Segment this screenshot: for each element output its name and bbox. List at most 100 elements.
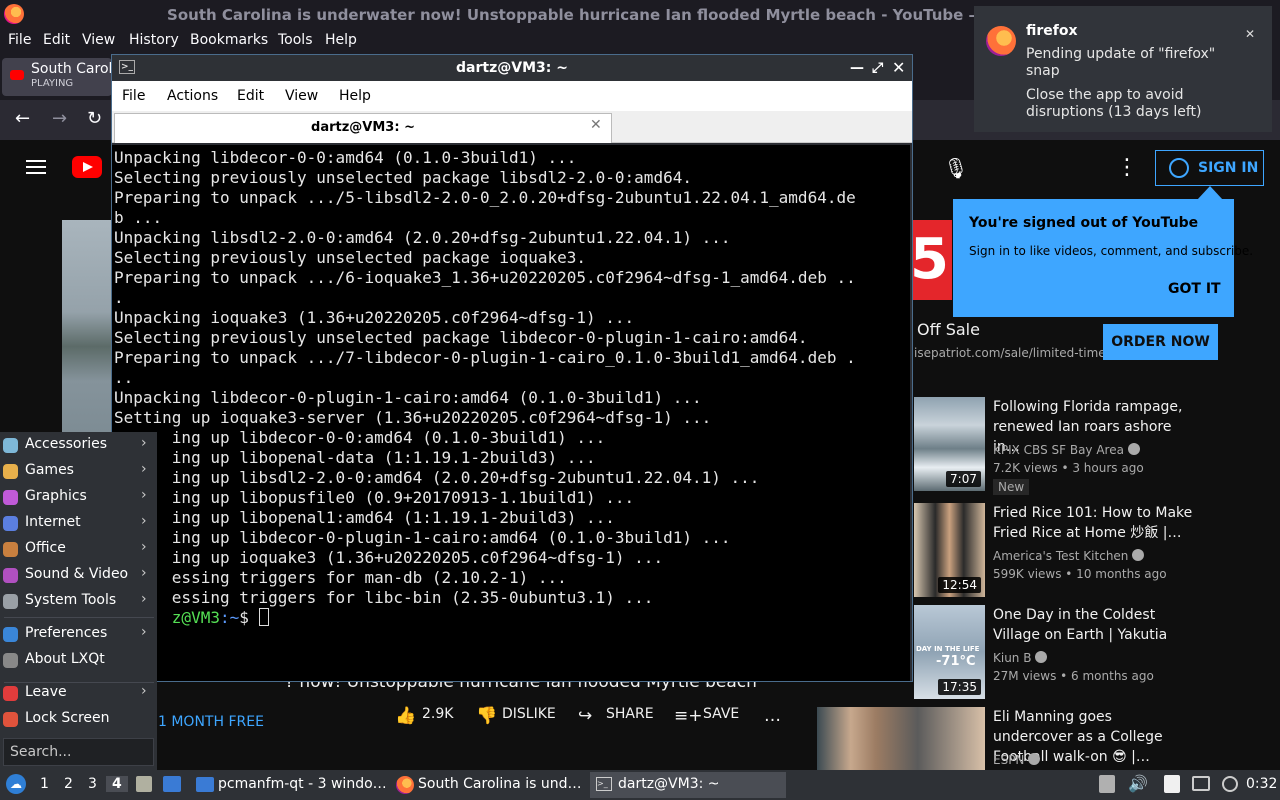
taskbar-window-pcmanfm[interactable]: pcmanfm-qt - 3 windo…: [192, 772, 388, 798]
terminal-app-icon: >_: [119, 60, 135, 74]
games-icon: [3, 464, 18, 479]
more-options-icon[interactable]: ⋮: [1116, 152, 1138, 184]
maximize-icon[interactable]: ⤢: [872, 55, 883, 81]
order-now-button[interactable]: ORDER NOW: [1103, 324, 1218, 360]
menu-item-preferences[interactable]: Preferences ›: [0, 621, 157, 647]
recommendation-channel[interactable]: Kiun B: [993, 651, 1048, 665]
menu-item-office[interactable]: Office ›: [0, 536, 157, 562]
thumbs-down-icon[interactable]: 👎: [476, 706, 497, 726]
terminal-menu-view[interactable]: View: [285, 88, 318, 104]
recommendation-channel[interactable]: KPIX CBS SF Bay Area: [993, 443, 1140, 457]
notes-icon[interactable]: [1164, 775, 1180, 793]
taskbar-window-firefox[interactable]: South Carolina is und…: [392, 772, 588, 798]
menu-item-graphics[interactable]: Graphics ›: [0, 484, 157, 510]
chevron-right-icon: ›: [141, 461, 147, 477]
microphone-icon[interactable]: 🎙: [940, 150, 972, 186]
menu-history[interactable]: History: [129, 32, 179, 48]
menu-item-sound-video[interactable]: Sound & Video ›: [0, 562, 157, 588]
youtube-logo-icon[interactable]: [72, 156, 102, 178]
menu-file[interactable]: File: [8, 32, 31, 48]
update-icon[interactable]: [1222, 776, 1238, 792]
terminal-line: ing up ioquake3 (1.36+u20220205.c0f2964~…: [114, 548, 664, 567]
show-desktop-icon[interactable]: [136, 776, 152, 792]
save-icon[interactable]: ≡+: [674, 706, 703, 726]
menu-tools[interactable]: Tools: [278, 32, 313, 48]
desktop-1[interactable]: 1: [40, 776, 49, 792]
menu-help[interactable]: Help: [325, 32, 357, 48]
chevron-right-icon: ›: [141, 513, 147, 529]
video-player[interactable]: [62, 220, 114, 450]
recommendation-thumbnail[interactable]: 12:54: [914, 503, 985, 597]
channel-name[interactable]: Kiun B: [993, 651, 1031, 665]
recommendation-title[interactable]: One Day in the Coldest Village on Earth …: [993, 605, 1193, 645]
terminal-line: ing up libopenal1:amd64 (1:1.19.1-2build…: [114, 508, 615, 527]
menu-search-input[interactable]: Search...: [3, 738, 154, 766]
accessories-icon: [3, 438, 18, 453]
menu-item-leave[interactable]: Leave ›: [0, 680, 157, 706]
tooltip-arrow: [1197, 186, 1223, 200]
got-it-button[interactable]: GOT IT: [1168, 281, 1221, 297]
reload-icon[interactable]: ↻: [87, 108, 102, 129]
menu-item-internet[interactable]: Internet ›: [0, 510, 157, 536]
channel-name[interactable]: America's Test Kitchen: [993, 549, 1128, 563]
tooltip-body: Sign in to like videos, comment, and sub…: [969, 244, 1254, 258]
close-icon[interactable]: ✕: [1240, 24, 1260, 44]
thumbs-up-icon[interactable]: 👍: [395, 706, 416, 726]
close-icon[interactable]: ✕: [892, 55, 905, 81]
office-icon: [3, 542, 18, 557]
file-manager-icon[interactable]: [163, 776, 181, 792]
terminal-tab[interactable]: dartz@VM3: ~: [114, 113, 612, 143]
terminal-titlebar[interactable]: dartz@VM3: ~ >_ — ⤢ ✕: [112, 55, 912, 81]
menu-item-lock-screen[interactable]: Lock Screen: [0, 706, 157, 732]
chevron-right-icon: ›: [141, 624, 147, 640]
terminal-output[interactable]: Unpacking libdecor-0-0:amd64 (0.1.0-3bui…: [112, 145, 910, 681]
recommendation-channel[interactable]: ESPN: [993, 753, 1041, 767]
dislike-button[interactable]: DISLIKE: [502, 706, 556, 722]
recommendation-title[interactable]: Fried Rice 101: How to Make Fried Rice a…: [993, 503, 1193, 543]
desktop-4[interactable]: 4: [106, 776, 128, 792]
menu-item-games[interactable]: Games ›: [0, 458, 157, 484]
menu-item-system-tools[interactable]: System Tools ›: [0, 588, 157, 614]
channel-name[interactable]: ESPN: [993, 753, 1024, 767]
chevron-right-icon: ›: [141, 591, 147, 607]
save-button[interactable]: SAVE: [703, 706, 739, 722]
more-actions-icon[interactable]: …: [764, 706, 781, 726]
recommendation-meta: 27M views • 6 months ago: [993, 669, 1154, 683]
desktop-3[interactable]: 3: [88, 776, 97, 792]
menu-bookmarks[interactable]: Bookmarks: [190, 32, 268, 48]
terminal-line: essing triggers for libc-bin (2.35-0ubun…: [114, 588, 654, 607]
menu-edit[interactable]: Edit: [43, 32, 70, 48]
clipboard-icon[interactable]: [1099, 775, 1115, 793]
clock[interactable]: 0:32: [1246, 776, 1277, 792]
recommendation-thumbnail[interactable]: [817, 707, 985, 770]
terminal-menu-actions[interactable]: Actions: [167, 88, 218, 104]
tab-close-icon[interactable]: ✕: [590, 117, 602, 133]
terminal-line: ing up libsdl2-2.0-0:amd64 (2.0.20+dfsg-…: [114, 468, 760, 487]
sound-video-icon: [3, 568, 18, 583]
menu-view[interactable]: View: [82, 32, 115, 48]
share-icon[interactable]: ↪: [578, 706, 592, 726]
chevron-right-icon: ›: [141, 487, 147, 503]
recommendation-channel[interactable]: America's Test Kitchen: [993, 549, 1145, 563]
network-icon[interactable]: [1192, 776, 1210, 791]
volume-icon[interactable]: 🔊: [1128, 774, 1148, 793]
minimize-icon[interactable]: —: [850, 55, 864, 81]
desktop-2[interactable]: 2: [64, 776, 73, 792]
share-button[interactable]: SHARE: [606, 706, 654, 722]
forward-arrow-icon[interactable]: →: [52, 108, 67, 129]
channel-name[interactable]: KPIX CBS SF Bay Area: [993, 443, 1124, 457]
menu-item-about-lxqt[interactable]: About LXQt: [0, 647, 157, 673]
taskbar-window-terminal[interactable]: >_ dartz@VM3: ~: [590, 772, 786, 798]
terminal-menu-file[interactable]: File: [122, 88, 145, 104]
terminal-menu-edit[interactable]: Edit: [237, 88, 264, 104]
terminal-menu-help[interactable]: Help: [339, 88, 371, 104]
menu-item-accessories[interactable]: Accessories ›: [0, 432, 157, 458]
recommendation-thumbnail[interactable]: 7:07: [914, 397, 985, 491]
back-arrow-icon[interactable]: ←: [15, 108, 30, 129]
verified-icon: [1035, 651, 1048, 663]
start-menu-icon[interactable]: ☁: [6, 774, 26, 794]
like-count[interactable]: 2.9K: [422, 706, 453, 722]
firefox-logo-icon: [4, 4, 24, 24]
hamburger-menu-icon[interactable]: [26, 160, 46, 174]
recommendation-thumbnail[interactable]: DAY IN THE LIFE -71°C 17:35: [914, 605, 985, 699]
